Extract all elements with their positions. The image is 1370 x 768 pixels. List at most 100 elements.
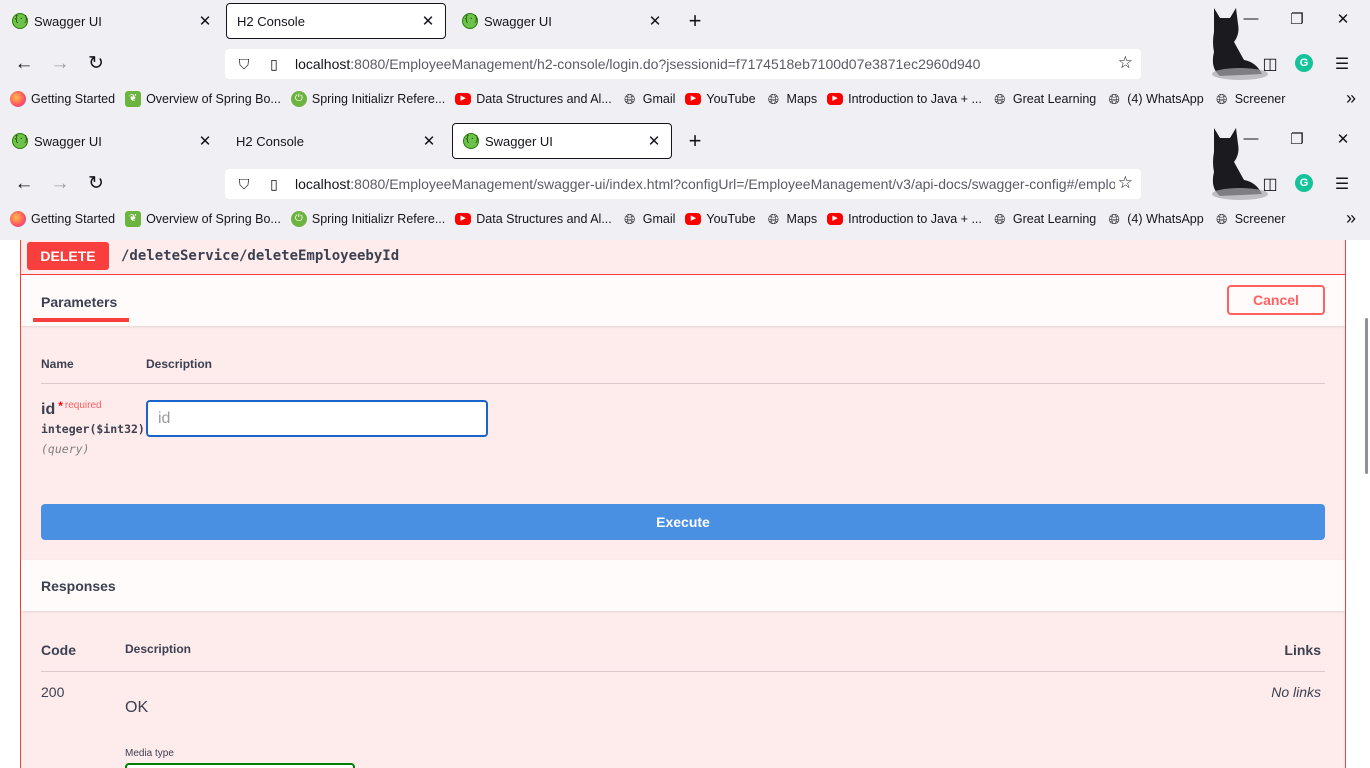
bookmarks-bar: Getting Started ❦ Overview of Spring Bo..… (0, 86, 1370, 112)
tab-swagger-ui-1[interactable]: Swagger UI ✕ (2, 123, 222, 159)
bookmark-maps[interactable]: 🌐︎ Maps (766, 91, 817, 107)
new-tab-icon[interactable]: + (684, 10, 706, 32)
tab-h2-console[interactable]: H2 Console ✕ (226, 3, 446, 39)
tab-label: Swagger UI (34, 133, 102, 149)
table-divider (41, 383, 1325, 384)
page-scrollbar[interactable] (1365, 318, 1368, 474)
bookmarks-bar: Getting Started ❦ Overview of Spring Bo..… (0, 206, 1370, 232)
close-tab-icon[interactable]: ✕ (419, 12, 437, 30)
new-tab-icon[interactable]: + (684, 130, 706, 152)
bookmark-getting-started[interactable]: Getting Started (10, 211, 115, 227)
bookmark-star-icon[interactable]: ☆ (1118, 173, 1133, 193)
globe-icon: 🌐︎ (1108, 91, 1120, 107)
parameter-name: id * required (41, 399, 102, 418)
youtube-icon: ▶ (685, 93, 702, 105)
close-tab-icon[interactable]: ✕ (420, 132, 438, 150)
tab-label: Swagger UI (34, 13, 102, 29)
menu-icon[interactable]: ☰ (1331, 54, 1353, 76)
shield-icon[interactable]: ⛉ (233, 176, 255, 193)
swagger-favicon-icon (12, 133, 28, 149)
bookmark-spring-boot[interactable]: ❦ Overview of Spring Bo... (125, 91, 281, 107)
bookmark-dsa[interactable]: ▶ Data Structures and Al... (455, 92, 612, 106)
close-window-icon[interactable]: ✕ (1333, 130, 1353, 152)
response-code: 200 (41, 684, 65, 700)
cancel-button[interactable]: Cancel (1227, 285, 1325, 315)
close-window-icon[interactable]: ✕ (1333, 10, 1353, 32)
firefox-icon (10, 211, 26, 227)
bookmark-gmail[interactable]: 🌐︎ Gmail (622, 211, 675, 227)
tab-active-indicator (33, 318, 129, 322)
back-icon[interactable]: ← (12, 172, 36, 196)
more-bookmarks-icon[interactable]: » (1346, 208, 1356, 229)
bookmark-whatsapp[interactable]: 🌐︎ (4) WhatsApp (1106, 91, 1204, 107)
globe-icon: 🌐︎ (1216, 91, 1228, 107)
bookmark-gmail[interactable]: 🌐︎ Gmail (622, 91, 675, 107)
endpoint-path: /deleteService/deleteEmployeebyId (121, 247, 400, 264)
bookmark-youtube[interactable]: ▶ YouTube (685, 212, 756, 226)
url-text[interactable]: localhost:8080/EmployeeManagement/h2-con… (295, 56, 1115, 72)
browser-window-top: Swagger UI ✕ H2 Console ✕ Swagger UI ✕ +… (0, 0, 1370, 120)
forward-icon[interactable]: → (48, 52, 72, 76)
tab-parameters[interactable]: Parameters (41, 294, 117, 310)
tab-label: Swagger UI (484, 13, 552, 29)
bookmark-spring-boot[interactable]: ❦ Overview of Spring Bo... (125, 211, 281, 227)
response-description: OK (125, 699, 149, 716)
bookmark-intro-java[interactable]: ▶ Introduction to Java + ... (827, 212, 982, 226)
media-type-select[interactable] (125, 763, 355, 768)
tab-swagger-ui-2[interactable]: Swagger UI ✕ (452, 123, 672, 159)
grammarly-icon[interactable]: G (1295, 174, 1317, 196)
operation-summary[interactable]: DELETE /deleteService/deleteEmployeebyId (21, 240, 1345, 275)
parameter-type: integer($int32) (41, 422, 145, 436)
url-text[interactable]: localhost:8080/EmployeeManagement/swagge… (295, 176, 1115, 192)
grammarly-icon[interactable]: G (1295, 54, 1317, 76)
delete-operation-block: DELETE /deleteService/deleteEmployeebyId… (20, 240, 1346, 768)
bookmark-youtube[interactable]: ▶ YouTube (685, 92, 756, 106)
bookmark-great-learning[interactable]: 🌐︎ Great Learning (992, 91, 1096, 107)
menu-icon[interactable]: ☰ (1331, 174, 1353, 196)
response-links: No links (1271, 684, 1321, 700)
close-tab-icon[interactable]: ✕ (196, 132, 214, 150)
shield-icon[interactable]: ⛉ (233, 56, 255, 73)
tab-swagger-ui-1[interactable]: Swagger UI ✕ (2, 3, 222, 39)
tab-label: Swagger UI (485, 133, 553, 149)
execute-button[interactable]: Execute (41, 504, 1325, 540)
pocket-icon[interactable]: ◫ (1259, 174, 1281, 196)
page-icon: ▯ (270, 55, 278, 72)
forward-icon[interactable]: → (48, 172, 72, 196)
close-tab-icon[interactable]: ✕ (196, 12, 214, 30)
bookmark-great-learning[interactable]: 🌐︎ Great Learning (992, 211, 1096, 227)
more-bookmarks-icon[interactable]: » (1346, 88, 1356, 109)
restore-icon[interactable]: ❐ (1287, 130, 1307, 152)
youtube-icon: ▶ (827, 93, 844, 105)
column-header-name: Name (41, 357, 74, 371)
bookmark-intro-java[interactable]: ▶ Introduction to Java + ... (827, 92, 982, 106)
column-header-links: Links (1284, 642, 1321, 658)
bookmark-maps[interactable]: 🌐︎ Maps (766, 211, 817, 227)
back-icon[interactable]: ← (12, 52, 36, 76)
bookmark-dsa[interactable]: ▶ Data Structures and Al... (455, 212, 612, 226)
bookmark-spring-initializr[interactable]: ⏻ Spring Initializr Refere... (290, 211, 445, 227)
table-divider (41, 671, 1325, 672)
pocket-icon[interactable]: ◫ (1259, 54, 1281, 76)
bookmark-spring-initializr[interactable]: ⏻ Spring Initializr Refere... (290, 91, 445, 107)
reload-icon[interactable]: ↻ (84, 52, 108, 76)
media-type-label: Media type (125, 748, 174, 759)
url-bar[interactable]: ⛉ ▯ localhost:8080/EmployeeManagement/sw… (225, 169, 1141, 199)
tab-swagger-ui-2[interactable]: Swagger UI ✕ (452, 3, 672, 39)
reload-icon[interactable]: ↻ (84, 172, 108, 196)
bookmark-star-icon[interactable]: ☆ (1118, 53, 1133, 73)
bookmark-screener[interactable]: 🌐︎ Screener (1214, 91, 1285, 107)
bookmark-screener[interactable]: 🌐︎ Screener (1214, 211, 1285, 227)
spring-power-icon: ⏻ (290, 211, 307, 227)
restore-icon[interactable]: ❐ (1287, 10, 1307, 32)
close-tab-icon[interactable]: ✕ (645, 132, 663, 150)
http-method-badge: DELETE (27, 241, 109, 270)
bookmark-whatsapp[interactable]: 🌐︎ (4) WhatsApp (1106, 211, 1204, 227)
tab-h2-console[interactable]: H2 Console ✕ (226, 123, 446, 159)
close-tab-icon[interactable]: ✕ (646, 12, 664, 30)
bookmark-getting-started[interactable]: Getting Started (10, 91, 115, 107)
url-bar[interactable]: ⛉ ▯ localhost:8080/EmployeeManagement/h2… (225, 49, 1141, 79)
spring-power-icon: ⏻ (290, 91, 307, 107)
globe-icon: 🌐︎ (994, 91, 1006, 107)
id-parameter-input[interactable] (146, 400, 488, 437)
